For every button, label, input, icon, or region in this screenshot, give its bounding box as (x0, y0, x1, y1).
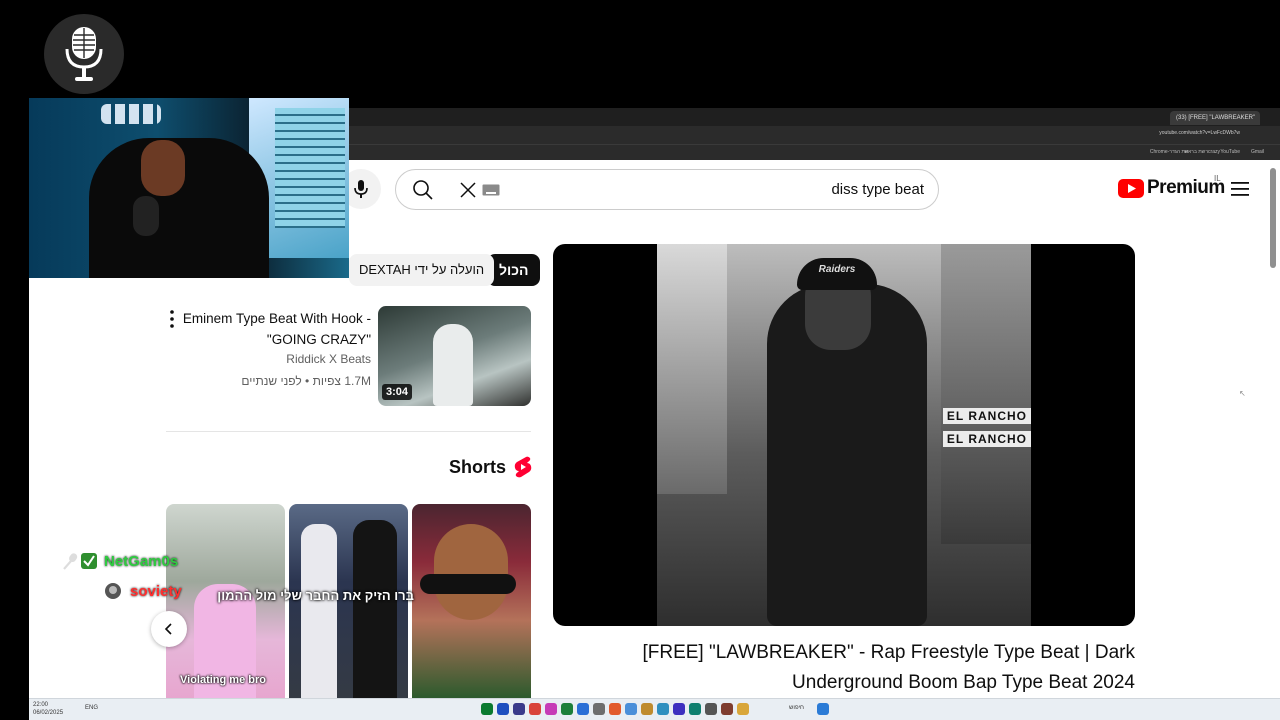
short-figure (301, 524, 337, 698)
badge-icon (105, 583, 121, 599)
thumbnail-figure (433, 324, 473, 406)
search-icon[interactable] (412, 179, 434, 201)
hamburger-menu-icon[interactable] (1230, 180, 1250, 198)
bookmark-item[interactable]: crazy (1208, 149, 1220, 155)
app-icon[interactable] (545, 703, 557, 715)
cap-logo-text: Raiders (818, 264, 856, 275)
bookmark-item[interactable]: Gmail (1251, 149, 1264, 155)
video-scenery (657, 244, 727, 494)
video-duration: 3:04 (382, 384, 413, 400)
chip-uploaded-by[interactable]: הועלה על ידי DEXTAH (349, 254, 495, 286)
page-scrollbar[interactable] (1270, 168, 1276, 268)
short-caption: Violating me bro (180, 674, 266, 686)
bookmark-item[interactable]: YouTube (1220, 149, 1240, 155)
store-sign: EL RANCHO (942, 408, 1031, 424)
app-icon[interactable] (513, 703, 525, 715)
shorts-header: Shorts (449, 456, 532, 478)
chat-message: NetGam0s (62, 552, 178, 570)
shorts-title: Shorts (449, 456, 507, 477)
windows-taskbar: 22:00 06/02/2025 ENG חיפוש (29, 698, 1280, 720)
store-sign: EL RANCHO (942, 431, 1031, 447)
video-frame: Raiders EL RANCHO EL RANCHO (657, 244, 1031, 626)
excel-icon[interactable] (561, 703, 573, 715)
youtube-premium-logo[interactable]: Premium (1118, 177, 1225, 199)
app-icon[interactable] (497, 703, 509, 715)
country-code: IL (1214, 174, 1221, 183)
app-icon[interactable] (577, 703, 589, 715)
clock-date: 06/02/2025 (33, 710, 64, 716)
channel-name[interactable]: Riddick X Beats (286, 352, 371, 366)
short-caption: ברו הזיק את החבר שלי מול ההמון (217, 588, 414, 603)
streamer-webcam (29, 98, 349, 278)
language-indicator[interactable]: ENG (85, 705, 98, 711)
shorts-previous-button[interactable] (151, 611, 187, 647)
keyboard-icon[interactable] (482, 184, 500, 196)
search-box[interactable]: diss type beat (395, 169, 939, 210)
chat-message: soviety (104, 582, 182, 600)
app-icon[interactable] (673, 703, 685, 715)
video-result[interactable]: 3:04 Eminem Type Beat With Hook - "GOING… (165, 306, 531, 406)
bookmark-item[interactable]: רשת בראש (1184, 149, 1208, 155)
video-meta: 1.7M צפיות • לפני שנתיים (241, 374, 371, 388)
short-item[interactable] (412, 504, 531, 698)
search-input[interactable]: diss type beat (831, 181, 924, 198)
microphone-icon (63, 553, 78, 570)
short-figure (353, 520, 397, 698)
app-icon[interactable] (737, 703, 749, 715)
app-icon[interactable] (481, 703, 493, 715)
chat-username: NetGam0s (104, 552, 179, 570)
app-icon[interactable] (689, 703, 701, 715)
taskbar-search[interactable]: חיפוש (789, 705, 804, 711)
section-divider (166, 431, 531, 432)
video-player[interactable]: Raiders EL RANCHO EL RANCHO (553, 244, 1135, 626)
webcam-background (275, 108, 345, 228)
app-icon[interactable] (609, 703, 621, 715)
browser-tab[interactable]: (33) [FREE] "LAWBREAKER" (1170, 111, 1260, 125)
chip-all[interactable]: הכול (487, 254, 541, 286)
shorts-icon (514, 456, 532, 478)
app-icon[interactable] (529, 703, 541, 715)
video-title[interactable]: Eminem Type Beat With Hook - "GOING CRAZ… (171, 308, 371, 350)
address-bar[interactable]: youtube.com/watch?v=LwFcDWb7w (1159, 130, 1240, 136)
screen: (33) [FREE] "LAWBREAKER" youtube.com/wat… (0, 0, 1280, 720)
app-icon[interactable] (641, 703, 653, 715)
video-scenery (941, 244, 1031, 544)
app-icon[interactable] (705, 703, 717, 715)
youtube-play-icon (1118, 178, 1144, 198)
clock-time: 22:00 (33, 702, 49, 708)
video-thumbnail[interactable]: 3:04 (378, 306, 531, 406)
bookmark-item[interactable]: Chrome-את הגדר (1150, 149, 1188, 155)
clear-icon[interactable] (458, 180, 478, 200)
chevron-left-icon (164, 623, 172, 635)
now-playing-title: [FREE] "LAWBREAKER" - Rap Freestyle Type… (642, 642, 1135, 693)
app-icon[interactable] (593, 703, 605, 715)
stream-logo (44, 14, 124, 94)
windows-start-icon[interactable] (817, 703, 829, 715)
badge-icon (81, 553, 97, 569)
webcam-microphone (133, 196, 159, 236)
webcam-background (101, 104, 161, 124)
short-figure (420, 574, 516, 594)
app-icon[interactable] (625, 703, 637, 715)
app-icon[interactable] (721, 703, 733, 715)
app-icon[interactable] (657, 703, 669, 715)
webcam-streamer (141, 140, 185, 196)
microphone-icon (354, 180, 368, 198)
short-figure (434, 524, 508, 620)
chat-username: soviety (130, 582, 182, 600)
microphone-icon (65, 27, 103, 81)
more-options-icon[interactable] (165, 308, 179, 330)
mouse-cursor: ↖ (1239, 389, 1246, 398)
